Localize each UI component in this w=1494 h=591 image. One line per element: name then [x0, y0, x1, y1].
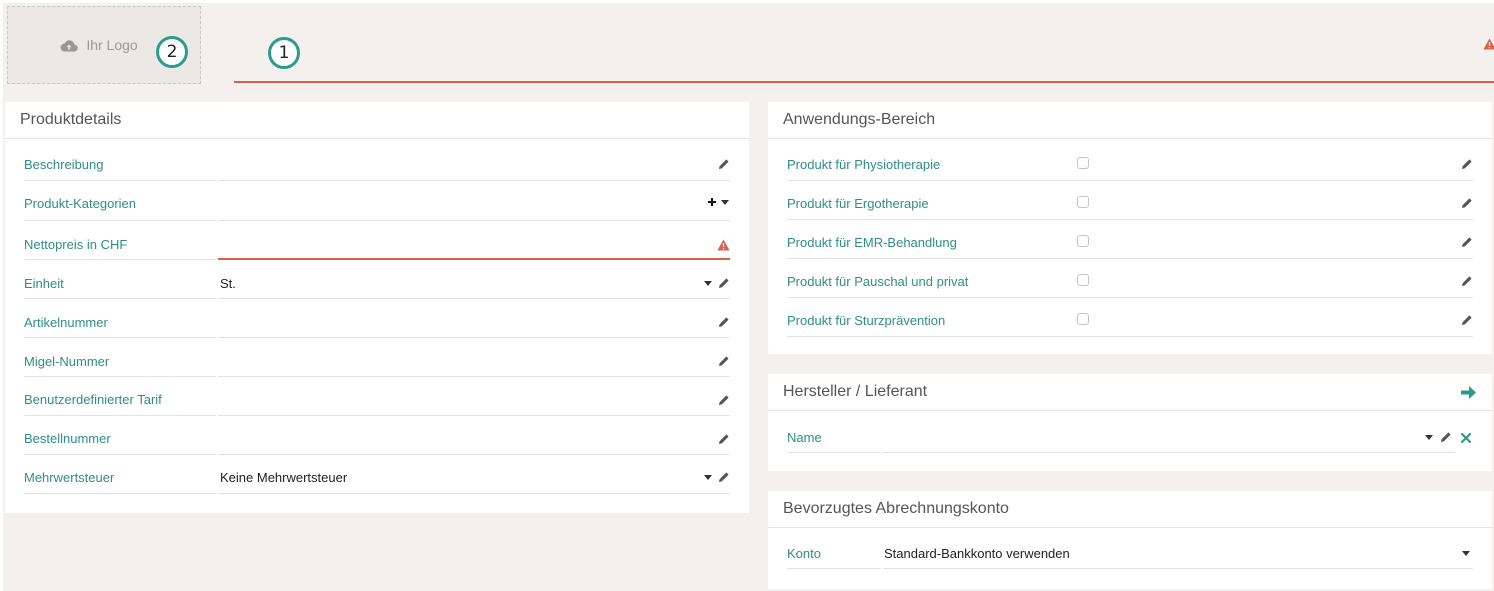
- label-underline: [24, 376, 216, 377]
- caret-down-icon[interactable]: [704, 281, 712, 286]
- caret-down-icon[interactable]: [704, 475, 712, 480]
- field-label: Migel-Nummer: [24, 353, 110, 369]
- panel-hersteller: Hersteller / Lieferant Name: [768, 374, 1492, 471]
- pencil-icon[interactable]: [1461, 275, 1473, 287]
- warning-icon: [717, 239, 730, 251]
- logo-label: Ihr Logo: [86, 37, 138, 53]
- product-title-input[interactable]: [234, 35, 1494, 83]
- label-underline: [787, 568, 881, 569]
- callout-number-2: 2: [156, 36, 188, 68]
- physiotherapie-checkbox[interactable]: [1077, 157, 1089, 169]
- label-underline: [24, 454, 216, 455]
- migel-nummer-input[interactable]: [218, 376, 730, 377]
- pencil-icon[interactable]: [718, 158, 730, 170]
- caret-down-icon[interactable]: [1462, 551, 1470, 556]
- konto-value: Standard-Bankkonto verwenden: [884, 546, 1070, 561]
- mehrwertsteuer-value: Keine Mehrwertsteuer: [220, 470, 348, 485]
- row-divider: [787, 336, 1473, 337]
- row-divider: [787, 258, 1473, 259]
- field-label: Beschreibung: [24, 156, 104, 172]
- row-divider: [787, 297, 1473, 298]
- label-underline: [24, 298, 216, 299]
- mehrwertsteuer-select[interactable]: [218, 493, 730, 494]
- label-underline: [787, 452, 881, 453]
- field-label: Benutzerdefinierter Tarif: [24, 391, 162, 407]
- pencil-icon[interactable]: [718, 277, 730, 289]
- einheit-value: St.: [220, 276, 236, 291]
- field-label: Konto: [787, 545, 821, 561]
- pencil-icon[interactable]: [718, 394, 730, 406]
- hersteller-name-select[interactable]: [883, 452, 1455, 453]
- beschreibung-input[interactable]: [218, 180, 730, 181]
- field-label: Artikelnummer: [24, 314, 108, 330]
- callout-number-1: 1: [268, 37, 300, 69]
- pencil-icon[interactable]: [718, 471, 730, 483]
- panel-title: Bevorzugtes Abrechnungskonto: [768, 491, 1492, 528]
- label-underline: [24, 220, 216, 221]
- panel-title: Hersteller / Lieferant: [768, 374, 1492, 411]
- label-underline: [24, 415, 216, 416]
- pencil-icon[interactable]: [718, 316, 730, 328]
- emr-behandlung-checkbox[interactable]: [1077, 235, 1089, 247]
- clear-x-icon[interactable]: [1460, 432, 1472, 444]
- checkbox-label: Produkt für Ergotherapie: [787, 195, 929, 211]
- arrow-right-icon[interactable]: [1461, 386, 1476, 399]
- konto-select[interactable]: [883, 568, 1473, 569]
- nettopreis-input[interactable]: [218, 258, 730, 260]
- cloud-upload-icon: [60, 39, 78, 52]
- field-label: Nettopreis in CHF: [24, 236, 128, 252]
- pencil-icon[interactable]: [1461, 158, 1473, 170]
- panel-abrechnungskonto: Bevorzugtes Abrechnungskonto Konto Stand…: [768, 491, 1492, 589]
- app-canvas: Ihr Logo 2 1 Produktdetails Beschreibung…: [3, 3, 1494, 591]
- panel-title: Produktdetails: [5, 102, 749, 139]
- kategorien-input[interactable]: [218, 220, 730, 221]
- bestellnummer-input[interactable]: [218, 454, 730, 455]
- caret-down-icon[interactable]: [1425, 435, 1433, 440]
- label-underline: [24, 493, 216, 494]
- einheit-select[interactable]: [218, 298, 730, 299]
- label-underline: [24, 259, 216, 260]
- field-label: Name: [787, 429, 822, 445]
- field-label: Produkt-Kategorien: [24, 195, 137, 211]
- pencil-icon[interactable]: [1461, 197, 1473, 209]
- label-underline: [24, 180, 216, 181]
- panel-produktdetails: Produktdetails Beschreibung Produkt-Kate…: [5, 102, 749, 513]
- checkbox-label: Produkt für EMR-Behandlung: [787, 234, 957, 250]
- tarif-input[interactable]: [218, 415, 730, 416]
- panel-anwendungs-bereich: Anwendungs-Bereich Produkt für Physiothe…: [768, 102, 1492, 354]
- panel-title: Anwendungs-Bereich: [768, 102, 1492, 139]
- field-label: Einheit: [24, 275, 64, 291]
- pencil-icon[interactable]: [1440, 431, 1452, 443]
- warning-icon: [1483, 38, 1494, 53]
- checkbox-label: Produkt für Physiotherapie: [787, 156, 941, 172]
- row-divider: [787, 219, 1473, 220]
- checkbox-label: Produkt für Sturzprävention: [787, 312, 946, 328]
- pauschal-privat-checkbox[interactable]: [1077, 274, 1089, 286]
- ergotherapie-checkbox[interactable]: [1077, 196, 1089, 208]
- pencil-icon[interactable]: [718, 355, 730, 367]
- checkbox-label: Produkt für Pauschal und privat: [787, 273, 969, 289]
- row-divider: [787, 180, 1473, 181]
- sturzpraevention-checkbox[interactable]: [1077, 313, 1089, 325]
- field-label: Mehrwertsteuer: [24, 469, 115, 485]
- pencil-icon[interactable]: [1461, 236, 1473, 248]
- caret-down-icon[interactable]: [721, 200, 729, 205]
- plus-icon[interactable]: [707, 197, 717, 207]
- label-underline: [24, 337, 216, 338]
- pencil-icon[interactable]: [1461, 314, 1473, 326]
- pencil-icon[interactable]: [718, 433, 730, 445]
- artikelnummer-input[interactable]: [218, 337, 730, 338]
- field-label: Bestellnummer: [24, 430, 111, 446]
